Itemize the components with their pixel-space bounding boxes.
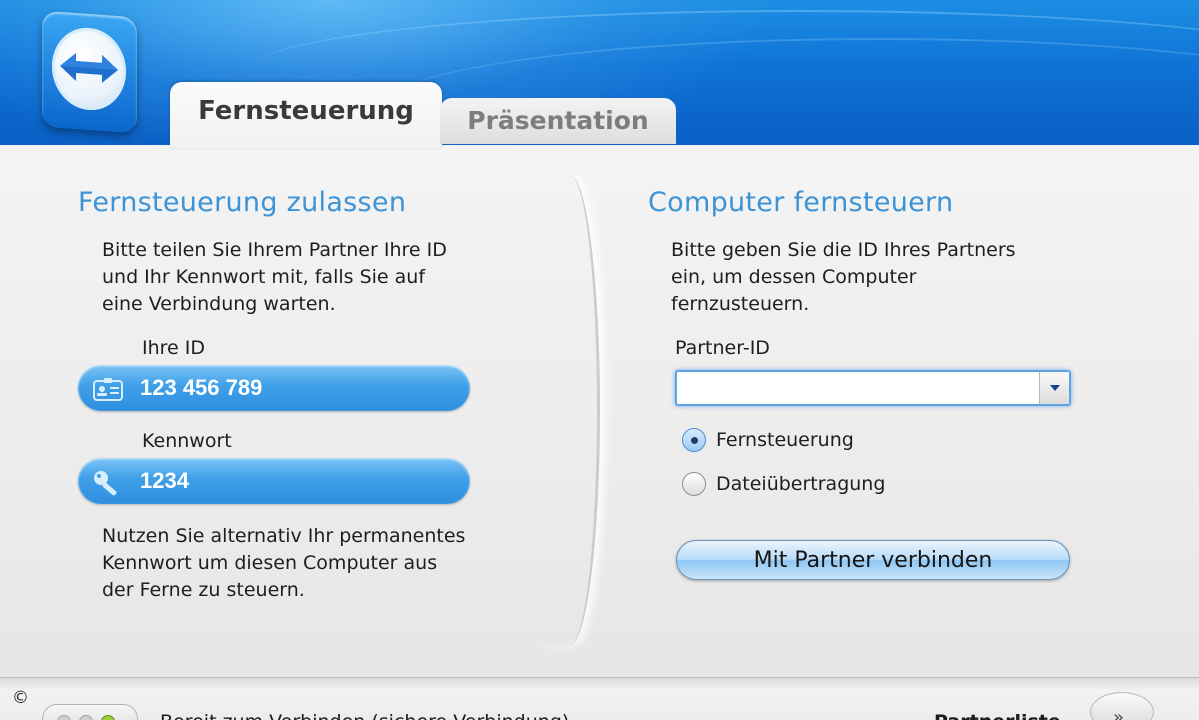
connection-status-leds	[42, 704, 138, 720]
permanent-password-hint: Nutzen Sie alternativ Ihr permanentes Ke…	[102, 523, 465, 604]
status-led-off	[79, 715, 93, 720]
allow-remote-title: Fernsteuerung zulassen	[78, 187, 407, 218]
double-arrow-icon	[60, 53, 118, 83]
partner-list-toggle-button[interactable]: »	[1090, 692, 1154, 720]
hint-line: Nutzen Sie alternativ Ihr permanentes	[102, 525, 466, 547]
status-led-off	[57, 715, 71, 720]
hint-line: der Ferne zu steuern.	[102, 579, 305, 601]
tab-fernsteuerung[interactable]: Fernsteuerung	[170, 82, 442, 148]
partner-id-label: Partner-ID	[675, 337, 770, 359]
password-label: Kennwort	[142, 430, 232, 452]
status-led-on	[101, 715, 115, 720]
main-panel: Fernsteuerung zulassen Bitte teilen Sie …	[0, 145, 1199, 677]
status-bar: © Bereit zum Verbinden (sichere Verbindu…	[0, 677, 1199, 720]
intro-line: Bitte geben Sie die ID Ihres Partners	[671, 239, 1016, 261]
radio-button[interactable]	[682, 472, 706, 496]
intro-line: Bitte teilen Sie Ihrem Partner Ihre ID	[102, 239, 447, 261]
radio-button-checked[interactable]	[682, 428, 706, 452]
app-logo-icon	[42, 10, 137, 134]
chevron-right-icon: »	[1113, 707, 1125, 720]
id-card-icon	[92, 374, 124, 420]
control-computer-title: Computer fernsteuern	[648, 187, 954, 218]
intro-line: eine Verbindung warten.	[102, 293, 336, 315]
control-computer-intro: Bitte geben Sie die ID Ihres Partners ei…	[671, 237, 1016, 318]
radio-file-transfer[interactable]: Dateiübertragung	[682, 470, 885, 498]
your-id-label: Ihre ID	[142, 337, 206, 359]
your-id-value: 123 456 789	[140, 375, 263, 400]
copyright-icon: ©	[12, 688, 29, 708]
partner-id-combobox[interactable]	[675, 370, 1071, 406]
radio-label: Dateiübertragung	[716, 473, 886, 495]
password-field[interactable]: 1234	[78, 458, 470, 504]
partner-id-input[interactable]	[677, 372, 1039, 404]
partner-list-label[interactable]: Partnerliste	[934, 711, 1061, 720]
radio-remote-control[interactable]: Fernsteuerung	[682, 426, 854, 454]
connect-partner-button[interactable]: Mit Partner verbinden	[676, 540, 1070, 580]
allow-remote-intro: Bitte teilen Sie Ihrem Partner Ihre ID u…	[102, 237, 447, 318]
key-icon	[92, 467, 124, 513]
your-id-field[interactable]: 123 456 789	[78, 365, 470, 411]
password-value: 1234	[140, 468, 189, 493]
intro-line: ein, um dessen Computer	[671, 266, 917, 288]
intro-line: fernzusteuern.	[671, 293, 810, 315]
intro-line: und Ihr Kennwort mit, falls Sie auf	[102, 266, 426, 288]
logo-circle	[52, 25, 126, 113]
panel-divider	[540, 175, 600, 645]
status-text: Bereit zum Verbinden (sichere Verbindung…	[160, 711, 569, 720]
radio-label: Fernsteuerung	[716, 429, 854, 451]
dropdown-arrow-icon[interactable]	[1039, 372, 1069, 404]
tab-praesentation[interactable]: Präsentation	[440, 98, 676, 144]
hint-line: Kennwort um diesen Computer aus	[102, 552, 438, 574]
